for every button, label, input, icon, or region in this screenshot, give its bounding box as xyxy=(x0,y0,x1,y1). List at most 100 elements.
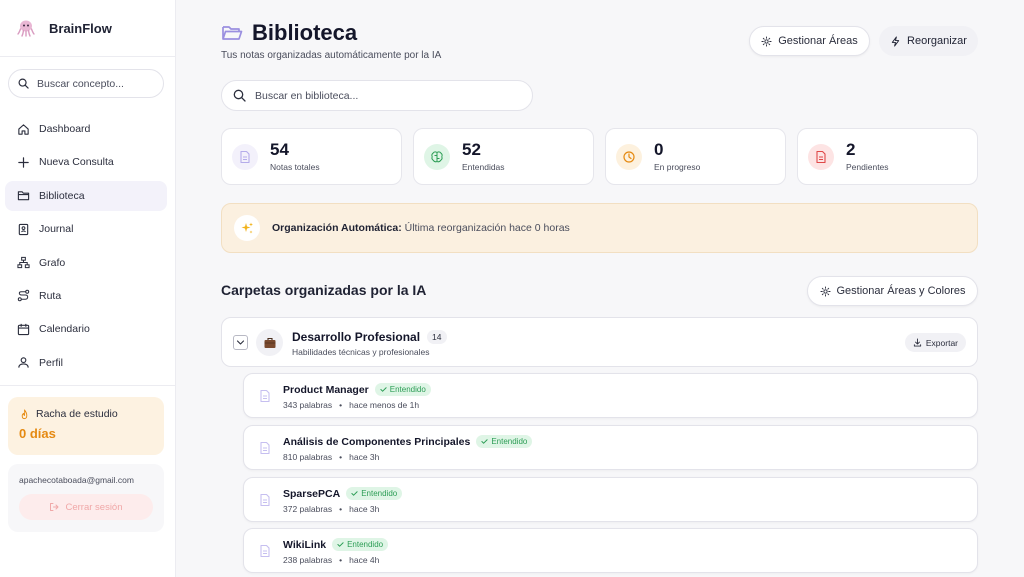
sidebar-search-input[interactable] xyxy=(37,77,155,90)
plus-icon xyxy=(18,157,29,168)
sparkles-icon xyxy=(234,215,260,241)
folder-icon xyxy=(17,191,30,201)
sidebar-item-label: Grafo xyxy=(39,256,66,269)
sidebar-item-label: Perfil xyxy=(39,356,63,369)
lightning-icon xyxy=(891,35,900,47)
note-word-count: 810 palabras xyxy=(283,452,333,462)
document-icon xyxy=(260,544,270,558)
status-badge: Entendido xyxy=(476,435,533,448)
note-title: WikiLink xyxy=(283,538,327,551)
chevron-down-icon xyxy=(236,340,245,345)
library-search[interactable] xyxy=(221,80,533,111)
note-title: Análisis de Componentes Principales xyxy=(283,435,471,448)
brand[interactable]: BrainFlow xyxy=(0,0,175,57)
sidebar-item-grafo[interactable]: Grafo xyxy=(5,248,167,278)
stat-pending: 2 Pendientes xyxy=(797,128,978,185)
manage-areas-colors-label: Gestionar Áreas y Colores xyxy=(836,285,966,297)
note-card[interactable]: Análisis de Componentes Principales Ente… xyxy=(243,425,978,470)
status-badge: Entendido xyxy=(332,538,389,551)
streak-days: 0 días xyxy=(19,426,56,441)
sidebar-nav: Dashboard Nueva Consulta Biblioteca Jour… xyxy=(5,114,167,381)
meta-separator: • xyxy=(339,452,343,462)
note-time: hace 4h xyxy=(349,555,380,565)
stat-value: 54 xyxy=(270,140,289,159)
user-card: apachecotaboada@gmail.com Cerrar sesión xyxy=(8,464,164,532)
check-icon xyxy=(481,439,488,444)
sidebar-item-biblioteca[interactable]: Biblioteca xyxy=(5,180,167,211)
sidebar-item-label: Biblioteca xyxy=(39,189,85,202)
manage-areas-colors-button[interactable]: Gestionar Áreas y Colores xyxy=(807,276,978,306)
stat-label: Notas totales xyxy=(270,162,320,172)
stat-total-notes: 54 Notas totales xyxy=(221,128,402,185)
note-card[interactable]: Product Manager Entendido 343 palabras • h… xyxy=(243,373,978,418)
sidebar: BrainFlow Dashboard Nueva Consulta Bibli… xyxy=(0,0,176,577)
clock-icon xyxy=(616,143,642,170)
note-word-count: 343 palabras xyxy=(283,400,333,410)
brand-name: BrainFlow xyxy=(49,20,112,36)
page-title-text: Biblioteca xyxy=(252,20,358,45)
note-card[interactable]: WikiLink Entendido 238 palabras • hace 4h xyxy=(243,528,978,573)
folder-count-badge: 14 xyxy=(427,330,447,344)
check-icon xyxy=(337,542,344,547)
briefcase-icon xyxy=(256,329,283,356)
collapse-toggle[interactable] xyxy=(233,335,248,350)
stat-label: Entendidas xyxy=(462,162,505,172)
folder-open-icon xyxy=(222,26,243,40)
logout-label: Cerrar sesión xyxy=(65,501,123,513)
document-icon xyxy=(260,441,270,455)
note-card[interactable]: SparsePCA Entendido 372 palabras • hace 3h xyxy=(243,477,978,522)
study-streak-card: Racha de estudio 0 días xyxy=(8,397,164,455)
note-word-count: 238 palabras xyxy=(283,555,333,565)
sidebar-item-label: Journal xyxy=(39,223,74,236)
status-badge: Entendido xyxy=(346,487,403,500)
brain-icon xyxy=(424,143,450,170)
manage-areas-button[interactable]: Gestionar Áreas xyxy=(749,26,870,56)
download-icon xyxy=(913,338,921,347)
search-icon xyxy=(233,89,246,102)
status-label: Entendido xyxy=(347,540,384,549)
stat-value: 52 xyxy=(462,140,481,159)
stat-label: Pendientes xyxy=(846,162,889,172)
logout-button[interactable]: Cerrar sesión xyxy=(19,494,153,520)
stat-label: En progreso xyxy=(654,162,701,172)
banner-bold: Organización Automática: xyxy=(272,222,402,234)
flame-icon xyxy=(21,408,28,419)
sidebar-divider xyxy=(0,385,176,386)
journal-icon xyxy=(18,223,29,235)
user-icon xyxy=(18,357,29,368)
sidebar-item-label: Dashboard xyxy=(39,123,91,135)
check-icon xyxy=(351,491,358,496)
sidebar-item-ruta[interactable]: Ruta xyxy=(5,281,167,311)
sidebar-item-calendario[interactable]: Calendario xyxy=(5,314,167,344)
status-label: Entendido xyxy=(361,489,398,498)
folder-name: Desarrollo Profesional xyxy=(292,330,421,344)
export-label: Exportar xyxy=(925,337,958,348)
sidebar-item-nueva-consulta[interactable]: Nueva Consulta xyxy=(5,147,167,177)
page-title: Biblioteca xyxy=(221,20,357,46)
stat-understood: 52 Entendidas xyxy=(413,128,594,185)
banner-detail: Última reorganización hace 0 horas xyxy=(401,222,570,234)
reorganize-label: Reorganizar xyxy=(907,35,967,47)
banner-text: Organización Automática: Última reorgani… xyxy=(272,222,570,234)
meta-separator: • xyxy=(339,555,343,565)
library-search-input[interactable] xyxy=(255,89,515,102)
sidebar-item-label: Nueva Consulta xyxy=(39,156,114,169)
stat-value: 2 xyxy=(846,140,856,159)
gear-icon xyxy=(819,285,831,297)
streak-title: Racha de estudio xyxy=(36,408,118,420)
sidebar-search[interactable] xyxy=(8,69,164,98)
note-title: Product Manager xyxy=(283,383,369,396)
check-icon xyxy=(380,387,387,392)
document-icon xyxy=(260,389,270,403)
folder-card[interactable]: Desarrollo Profesional 14 Habilidades té… xyxy=(221,317,978,367)
note-title: SparsePCA xyxy=(283,487,341,500)
sidebar-item-dashboard[interactable]: Dashboard xyxy=(5,114,167,144)
meta-separator: • xyxy=(339,504,343,514)
sidebar-item-journal[interactable]: Journal xyxy=(5,214,167,244)
export-button[interactable]: Exportar xyxy=(904,333,966,352)
sidebar-item-perfil[interactable]: Perfil xyxy=(5,348,167,378)
home-icon xyxy=(18,123,29,135)
graph-icon xyxy=(17,256,30,269)
reorganize-button[interactable]: Reorganizar xyxy=(879,26,978,56)
note-word-count: 372 palabras xyxy=(283,504,333,514)
